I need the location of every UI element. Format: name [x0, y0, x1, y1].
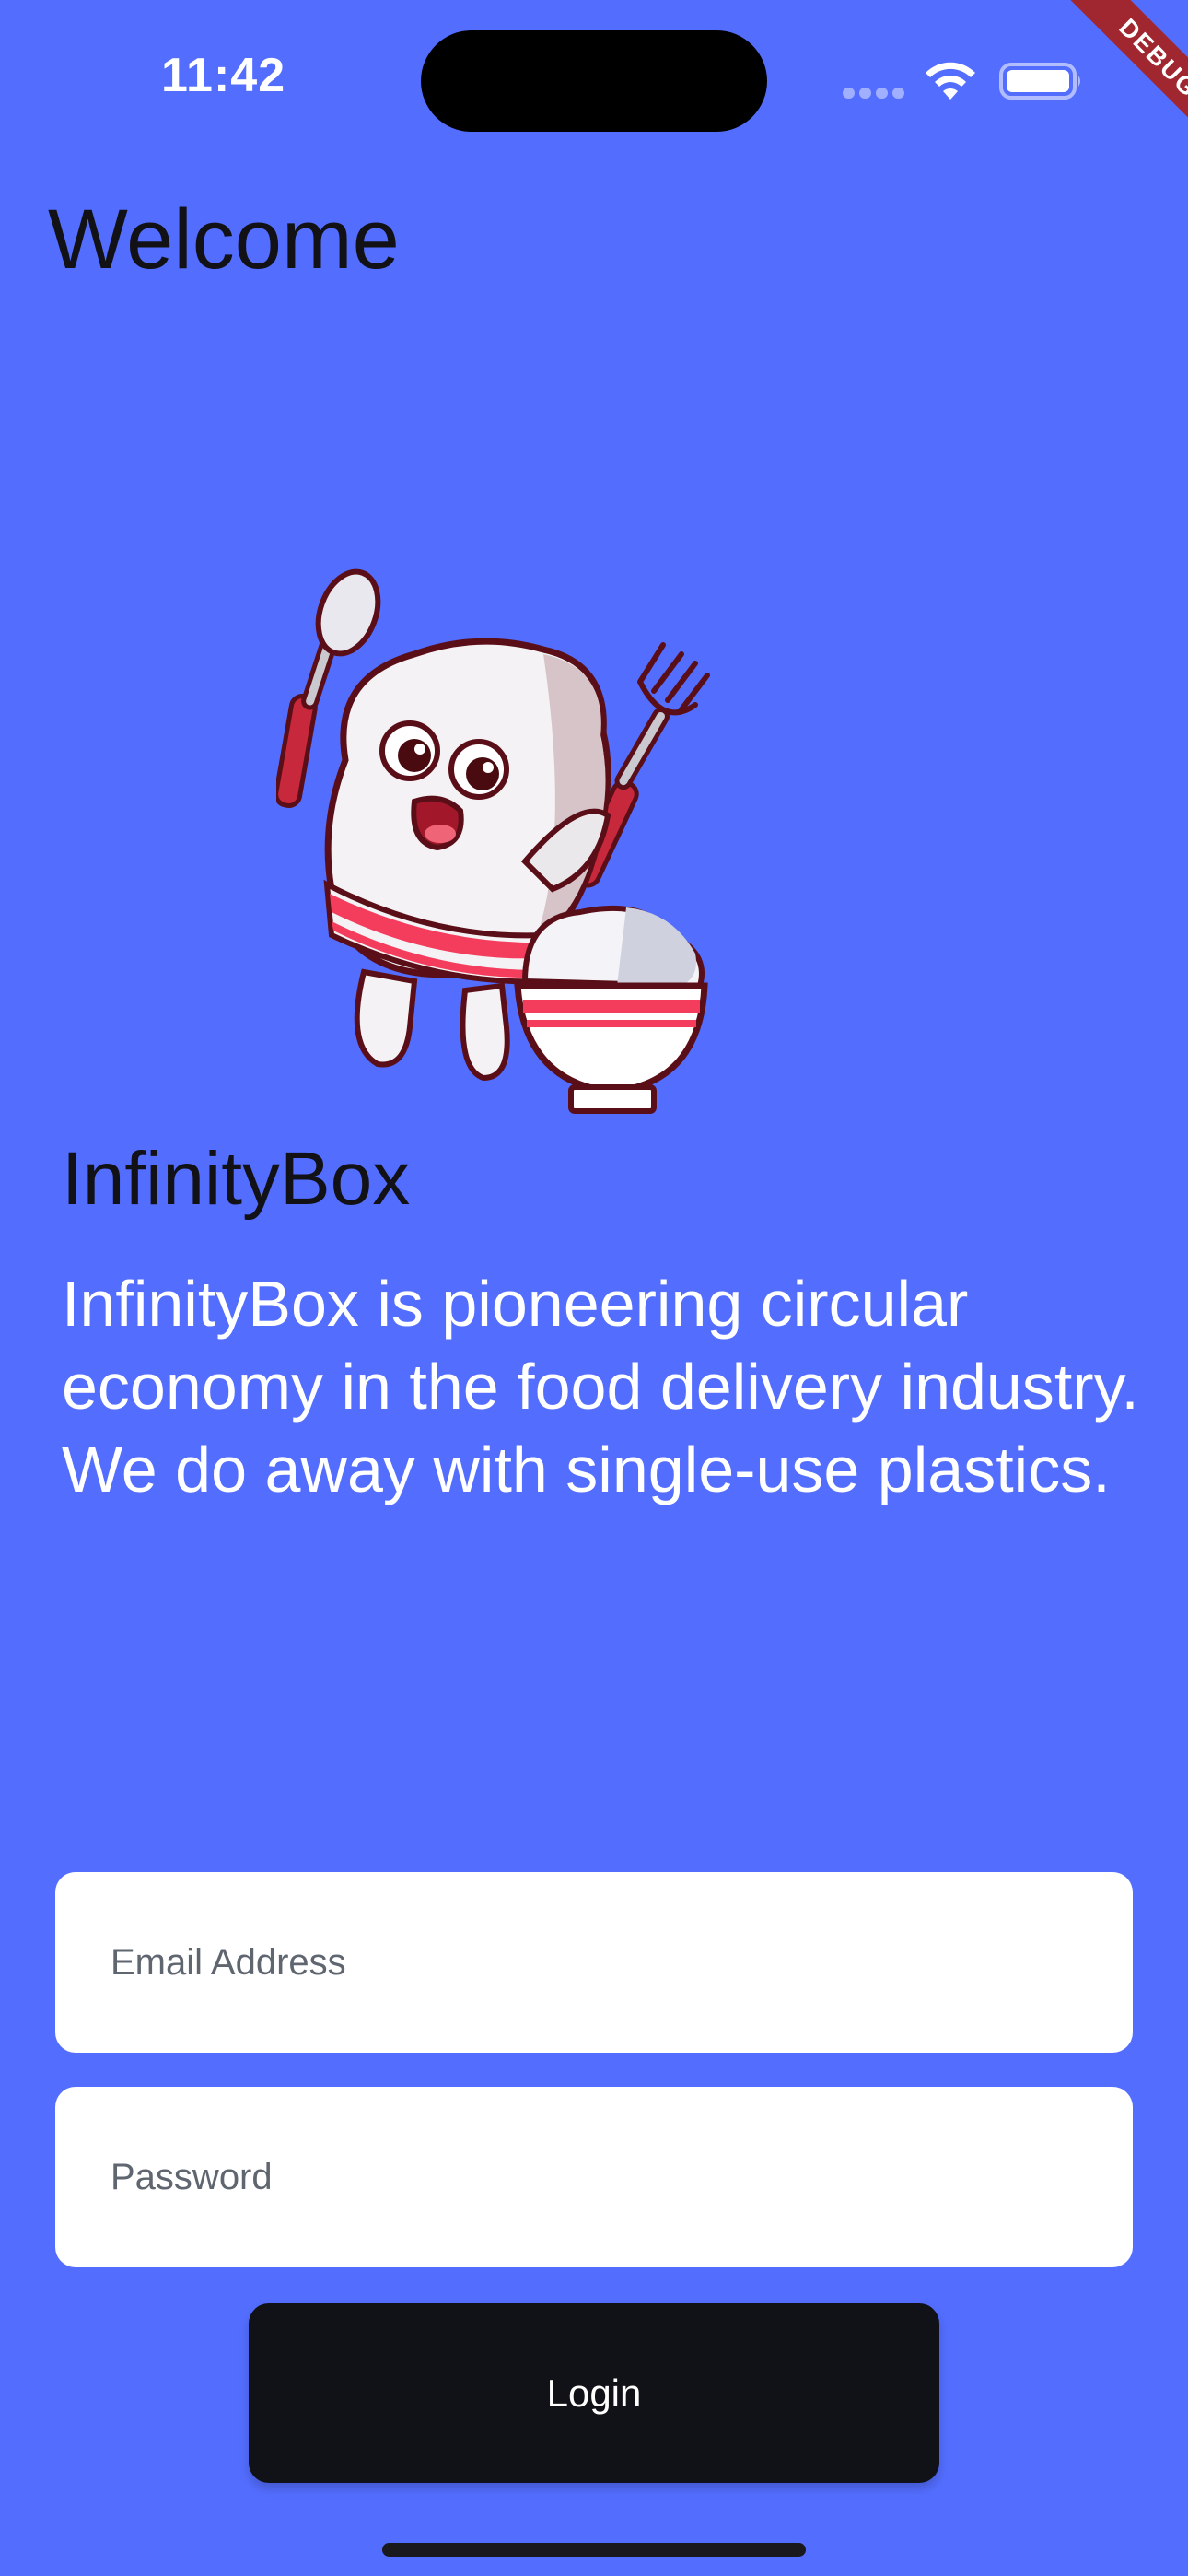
signal-dots-icon: [843, 88, 905, 99]
password-field[interactable]: [55, 2087, 1133, 2267]
dynamic-island: [421, 30, 767, 132]
email-field-container: [55, 1872, 1133, 2053]
login-screen: 11:42 DEBUG Welcome InfinityBox Infinity…: [0, 0, 1188, 2576]
page-title: Welcome: [48, 193, 400, 287]
battery-icon: [999, 63, 1080, 100]
rice-mascot-illustration: [276, 568, 710, 1114]
email-field[interactable]: [55, 1872, 1133, 2053]
status-time: 11:42: [161, 49, 286, 102]
login-button[interactable]: Login: [249, 2303, 939, 2483]
brand-description: InfinityBox is pioneering circular econo…: [62, 1268, 1139, 1505]
wifi-icon: [926, 62, 975, 100]
brand-name: InfinityBox: [62, 1137, 411, 1221]
password-field-container: [55, 2087, 1133, 2267]
home-indicator[interactable]: [382, 2543, 806, 2557]
